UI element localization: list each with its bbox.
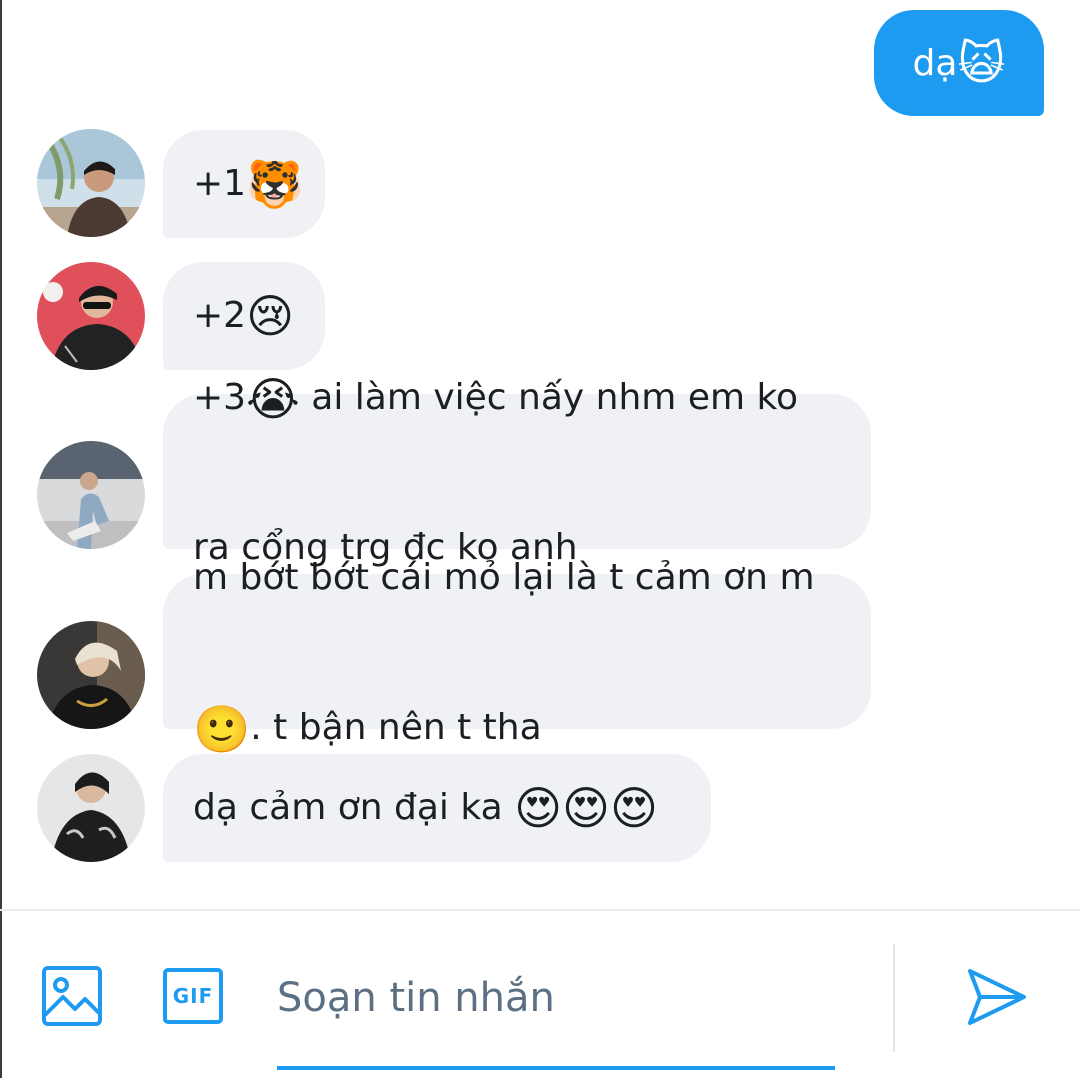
gif-label: GIF (172, 984, 214, 1008)
avatar-5[interactable] (37, 754, 145, 862)
gif-icon: GIF (163, 968, 223, 1024)
scared-cat-emoji: 🙀 (957, 36, 1006, 90)
avatar-3[interactable] (37, 441, 145, 549)
message-input[interactable] (277, 958, 835, 1038)
tiger-emoji: 🐯 (246, 157, 304, 211)
heart-eyes-emoji: 😍😍😍 (514, 781, 658, 835)
message-1-text: +1 (193, 163, 247, 204)
loudly-crying-emoji: 😭 (246, 371, 300, 426)
message-5-text: dạ cảm ơn đại ka (193, 787, 515, 828)
composer-divider (0, 909, 1080, 911)
composer-separator (893, 944, 895, 1052)
received-message-1[interactable]: +1 🐯 (163, 130, 325, 238)
sent-message-bubble[interactable]: dạ 🙀 (874, 10, 1044, 116)
avatar-1-image (37, 129, 145, 237)
dm-conversation-screen: dạ 🙀 +1 🐯 +2 😢 +3😭 ai làm việc nấy nhm e… (0, 0, 1080, 1078)
gif-button[interactable]: GIF (158, 962, 228, 1030)
avatar-5-image (37, 754, 145, 862)
avatar-2-image (37, 262, 145, 370)
avatar-2[interactable] (37, 262, 145, 370)
sent-message-text: dạ (912, 42, 958, 84)
avatar-4-image (37, 621, 145, 729)
message-input-underline (277, 1066, 835, 1070)
message-4-line1: m bớt bớt cái mỏ lại là t cảm ơn m (193, 556, 815, 598)
avatar-4[interactable] (37, 621, 145, 729)
image-icon (42, 966, 102, 1026)
avatar-3-image (37, 441, 145, 549)
send-icon (968, 969, 1026, 1025)
image-button[interactable] (38, 962, 106, 1030)
message-3-line1: ai làm việc nấy nhm em ko (299, 376, 799, 418)
send-button[interactable] (960, 962, 1032, 1032)
message-3-prefix: +3 (193, 376, 247, 418)
window-edge (0, 0, 2, 1078)
received-message-5[interactable]: dạ cảm ơn đại ka 😍😍😍 (163, 754, 711, 862)
avatar-1[interactable] (37, 129, 145, 237)
slightly-smiling-emoji: 🙂 (193, 701, 251, 756)
message-4-line2: . t bận nên t tha (250, 706, 542, 748)
received-message-4[interactable]: m bớt bớt cái mỏ lại là t cảm ơn m 🙂. t … (163, 557, 871, 752)
